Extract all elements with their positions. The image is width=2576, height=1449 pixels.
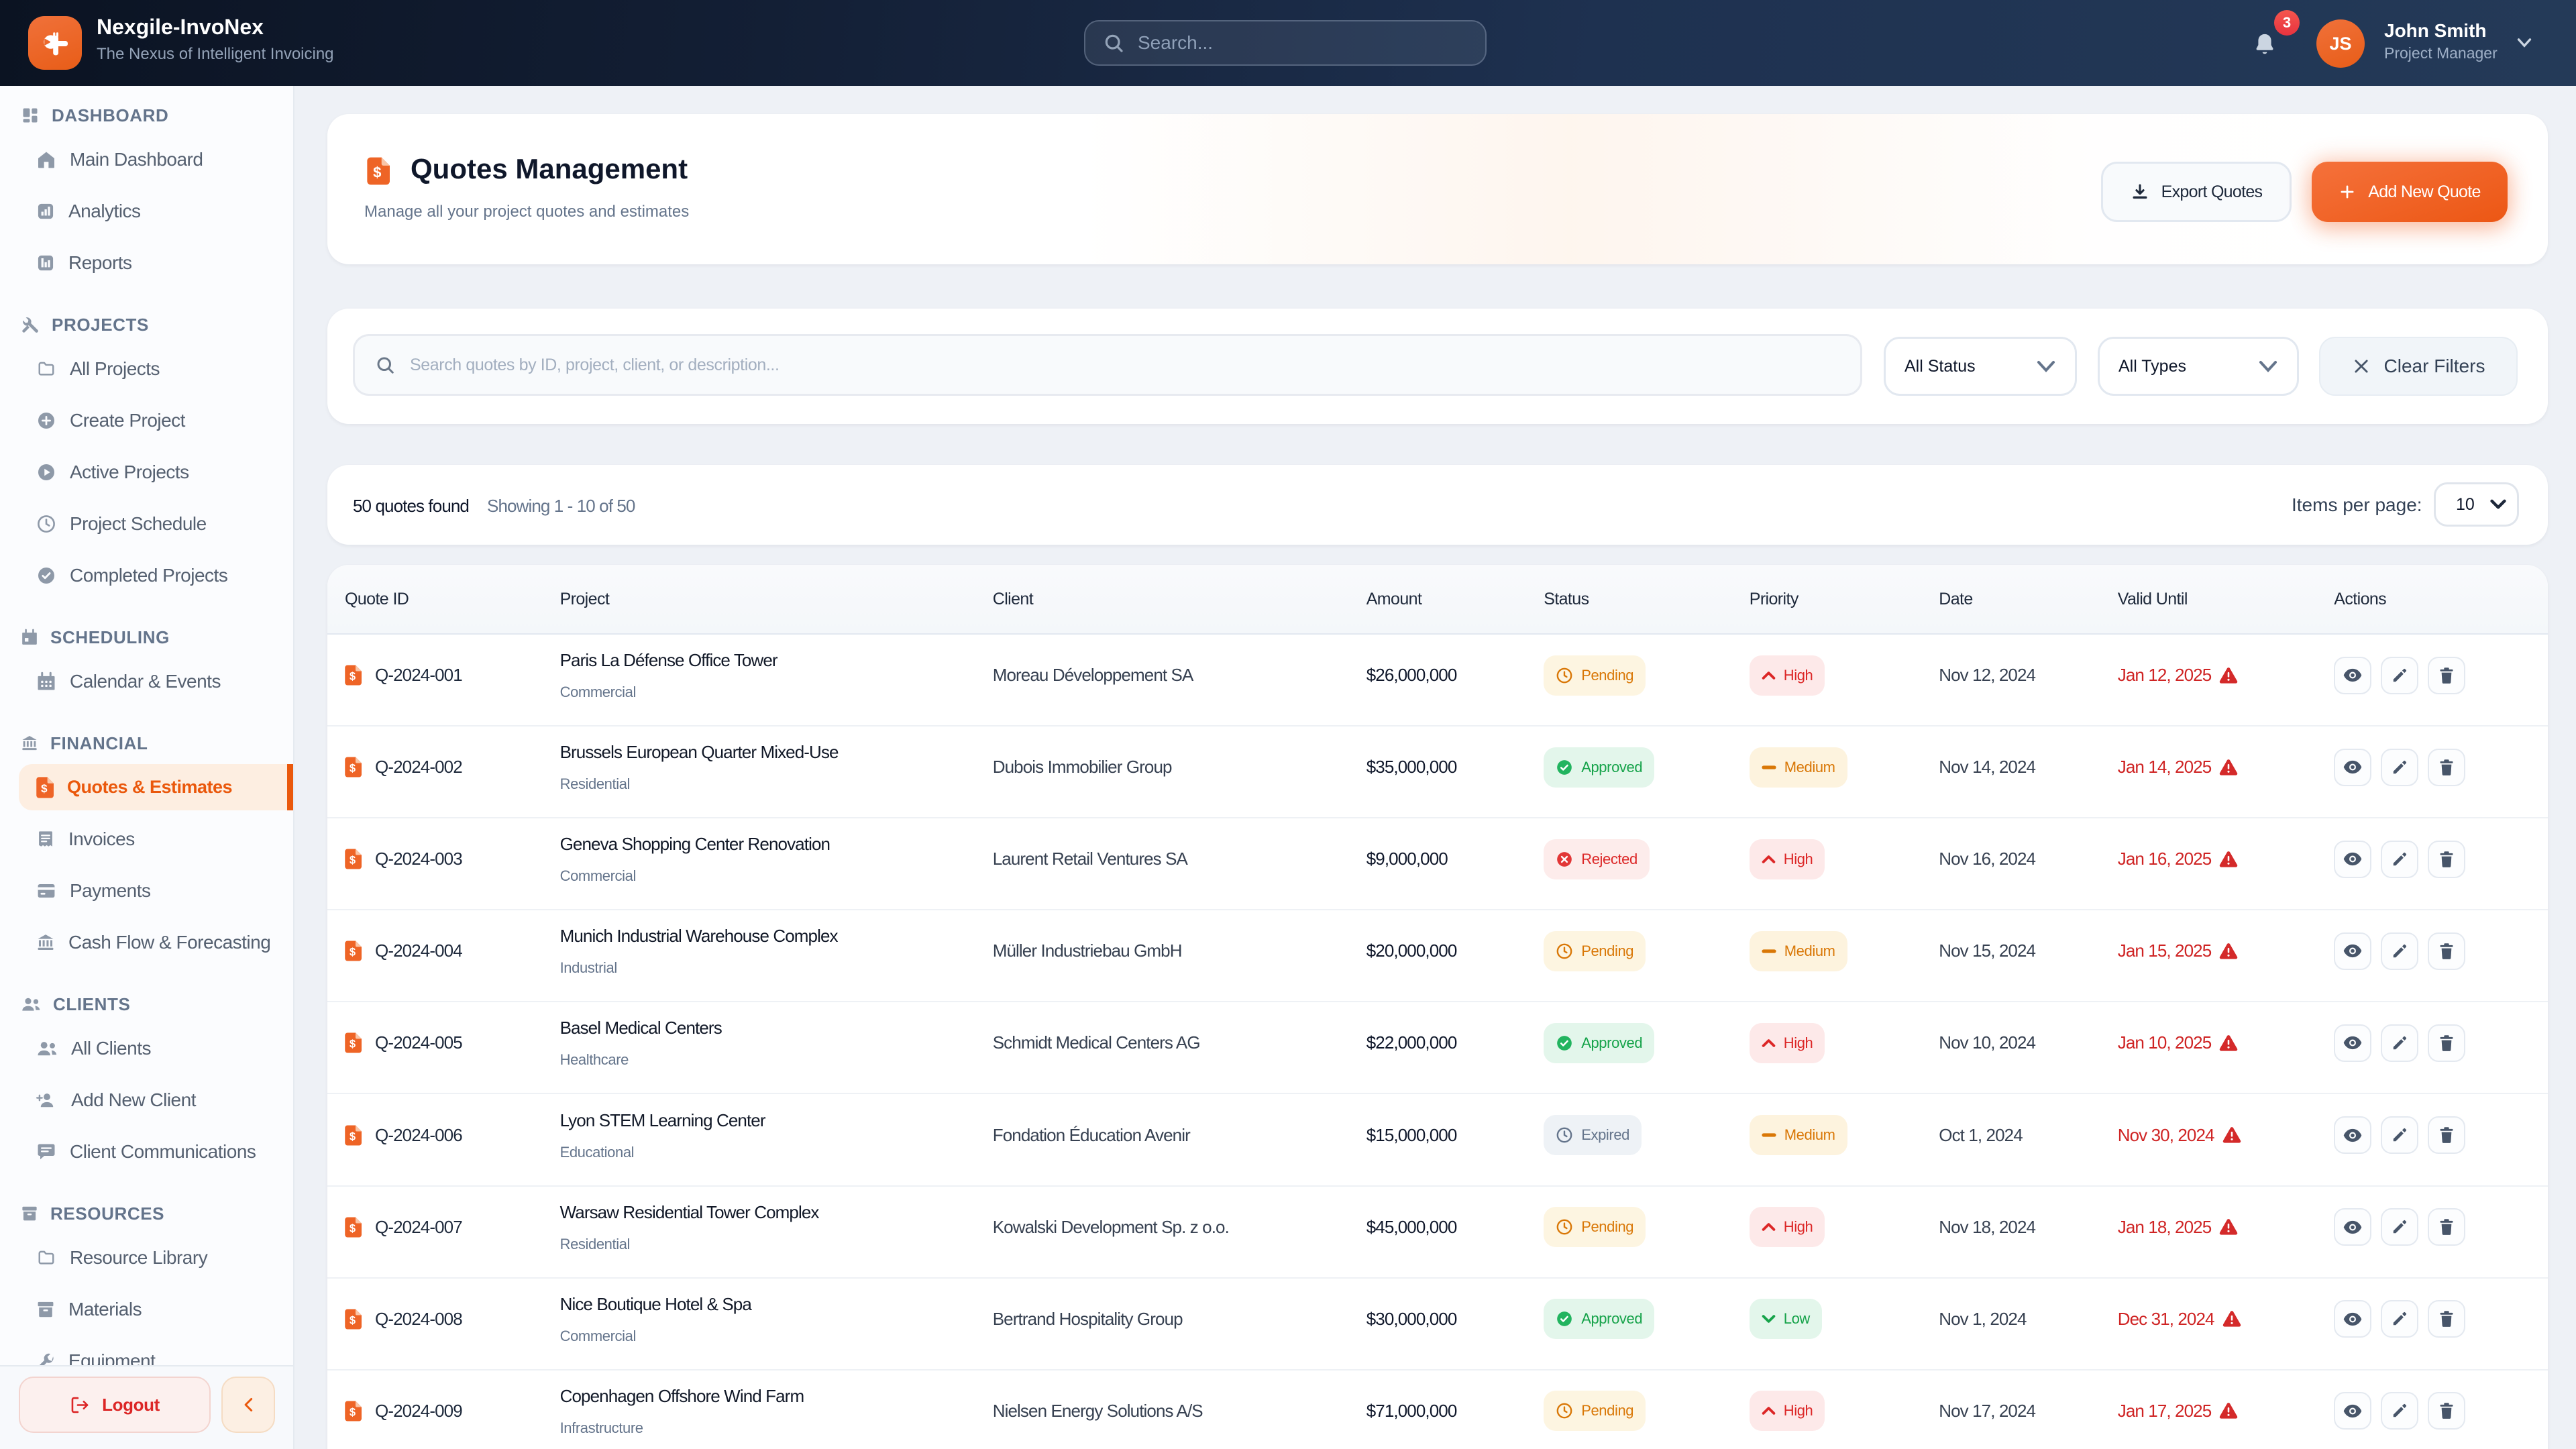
- svg-text:$: $: [350, 1222, 356, 1234]
- svg-text:$: $: [41, 782, 48, 795]
- svg-text:$: $: [350, 947, 356, 959]
- svg-text:$: $: [350, 1130, 356, 1142]
- svg-text:$: $: [350, 855, 356, 867]
- svg-text:$: $: [350, 1406, 356, 1418]
- svg-text:$: $: [350, 1038, 356, 1051]
- svg-text:$: $: [350, 670, 356, 682]
- svg-text:$: $: [350, 1314, 356, 1326]
- svg-text:$: $: [350, 763, 356, 775]
- svg-text:$: $: [373, 164, 381, 180]
